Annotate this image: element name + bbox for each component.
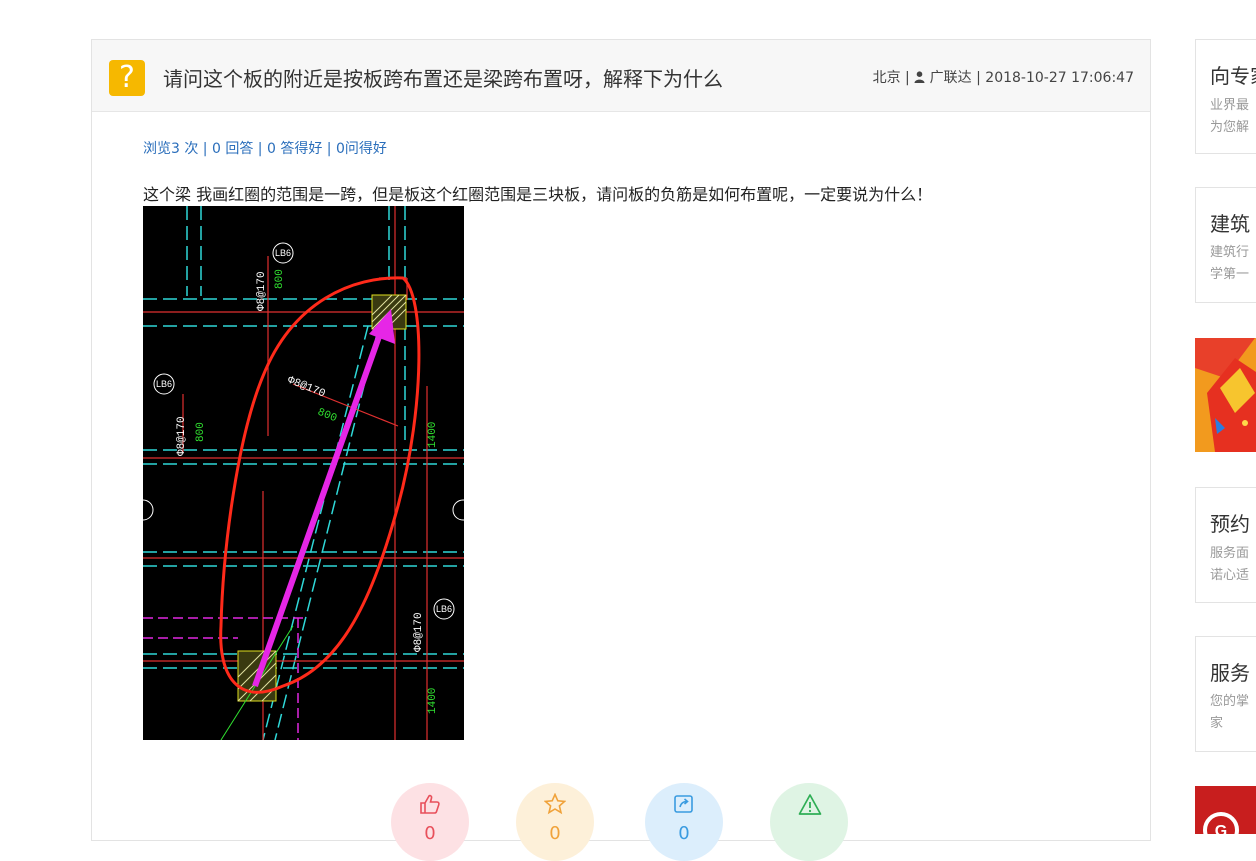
question-title: 请问这个板的附近是按板跨布置还是梁跨布置呀，解释下为什么 bbox=[163, 67, 723, 91]
sidebar-card-desc: 诺心适 bbox=[1210, 568, 1250, 583]
sidebar-card-title: 服务 bbox=[1210, 661, 1250, 685]
cad-drawing: Φ8@170 Φ8@170 Φ8@170 Φ8@170 800 800 800 … bbox=[143, 206, 464, 740]
lb6-tag-1: LB6 bbox=[275, 248, 291, 258]
views-count: 浏览3 次 bbox=[143, 141, 199, 157]
rebar-annotation-2: Φ8@170 bbox=[176, 416, 188, 456]
question-mark-icon: ? bbox=[109, 60, 145, 96]
promo-banner-bottom[interactable]: G bbox=[1195, 786, 1256, 834]
lb6-tag-2: LB6 bbox=[156, 379, 172, 389]
share-button[interactable]: 0 bbox=[645, 783, 723, 861]
question-body: 这个梁 我画红圈的范围是一跨，但是板这个红圈范围是三块板，请问板的负筋是如何布置… bbox=[143, 185, 933, 204]
report-button[interactable] bbox=[770, 783, 848, 861]
star-icon bbox=[544, 793, 566, 815]
promo-banner-top[interactable] bbox=[1195, 338, 1256, 452]
sidebar-card-service[interactable]: 服务 您的掌 家 bbox=[1195, 636, 1256, 752]
sidebar-card-desc: 您的掌 bbox=[1210, 694, 1250, 709]
sidebar-card-desc: 建筑行 bbox=[1210, 245, 1250, 260]
sidebar-card-desc: 服务面 bbox=[1210, 546, 1250, 561]
location-label: 北京 bbox=[872, 70, 901, 86]
sidebar-card-expert[interactable]: 向专家 业界最 为您解 bbox=[1195, 39, 1256, 154]
question-meta: 北京 | 广联达 | 2018-10-27 17:06:47 bbox=[872, 70, 1134, 86]
sidebar-card-title: 建筑 bbox=[1210, 212, 1250, 236]
rebar-annotation-1: Φ8@170 bbox=[256, 271, 268, 311]
sidebar-card-desc: 为您解 bbox=[1210, 120, 1250, 135]
sidebar-card-desc: 家 bbox=[1210, 716, 1224, 731]
length-label-2: 800 bbox=[195, 422, 207, 442]
like-button[interactable]: 0 bbox=[391, 783, 469, 861]
sidebar-card-title: 向专家 bbox=[1210, 64, 1256, 88]
thumbs-up-icon bbox=[420, 794, 440, 814]
svg-text:G: G bbox=[1215, 823, 1227, 834]
brand-logo-icon: G bbox=[1195, 786, 1256, 834]
question-header: ? 请问这个板的附近是按板跨布置还是梁跨布置呀，解释下为什么 北京 | 广联达 … bbox=[92, 40, 1150, 112]
question-stats: 浏览3 次 | 0 回答 | 0 答得好 | 0问得好 bbox=[143, 141, 387, 157]
warning-icon bbox=[798, 794, 822, 815]
cad-drawing-image[interactable]: Φ8@170 Φ8@170 Φ8@170 Φ8@170 800 800 800 … bbox=[143, 206, 464, 740]
good-answers-count: 0 答得好 bbox=[266, 141, 323, 157]
good-questions-count: 0问得好 bbox=[335, 141, 387, 157]
sidebar-card-booking[interactable]: 预约 服务面 诺心适 bbox=[1195, 487, 1256, 603]
person-icon bbox=[914, 71, 925, 83]
length-label-4: 1400 bbox=[427, 422, 439, 448]
length-label-1: 800 bbox=[274, 269, 286, 289]
length-label-5: 1400 bbox=[427, 688, 439, 714]
lb6-tag-3: LB6 bbox=[436, 604, 452, 614]
answers-count: 0 回答 bbox=[211, 141, 254, 157]
sidebar-card-desc: 业界最 bbox=[1210, 98, 1250, 113]
promo-banner-graphic bbox=[1195, 338, 1256, 452]
rebar-annotation-3: Φ8@170 bbox=[413, 612, 425, 652]
sidebar-card-title: 预约 bbox=[1210, 512, 1250, 536]
sidebar-card-building[interactable]: 建筑 建筑行 学第一 bbox=[1195, 187, 1256, 303]
favorite-button[interactable]: 0 bbox=[516, 783, 594, 861]
author-link[interactable]: 广联达 bbox=[930, 70, 972, 86]
sidebar-card-desc: 学第一 bbox=[1210, 267, 1250, 282]
post-datetime: 2018-10-27 17:06:47 bbox=[985, 70, 1134, 86]
question-card: ? 请问这个板的附近是按板跨布置还是梁跨布置呀，解释下为什么 北京 | 广联达 … bbox=[91, 39, 1151, 861]
share-icon bbox=[674, 795, 693, 813]
